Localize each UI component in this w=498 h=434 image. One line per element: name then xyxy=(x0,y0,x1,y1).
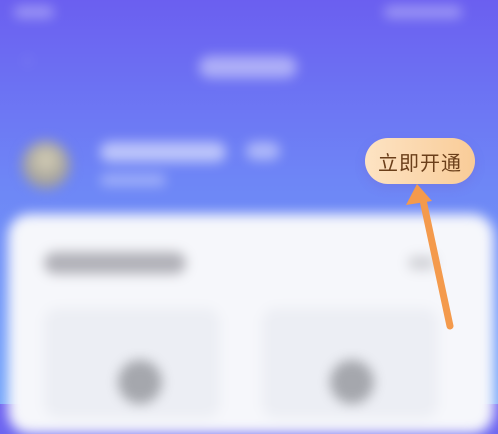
section-more-link[interactable] xyxy=(408,256,436,270)
arrow-head xyxy=(406,184,432,205)
status-time xyxy=(14,6,54,18)
page-title xyxy=(199,56,297,78)
feature-icon xyxy=(118,360,162,404)
user-name xyxy=(100,142,226,162)
section-title xyxy=(44,252,186,274)
chevron-left-icon[interactable]: ‹ xyxy=(24,52,42,70)
avatar[interactable] xyxy=(22,141,70,189)
status-icons xyxy=(384,6,462,18)
status-bar xyxy=(0,0,498,26)
activate-membership-button[interactable]: 立即开通 xyxy=(365,138,475,184)
user-subtitle xyxy=(100,174,166,186)
member-badge xyxy=(246,142,280,160)
feature-icon xyxy=(330,360,374,404)
